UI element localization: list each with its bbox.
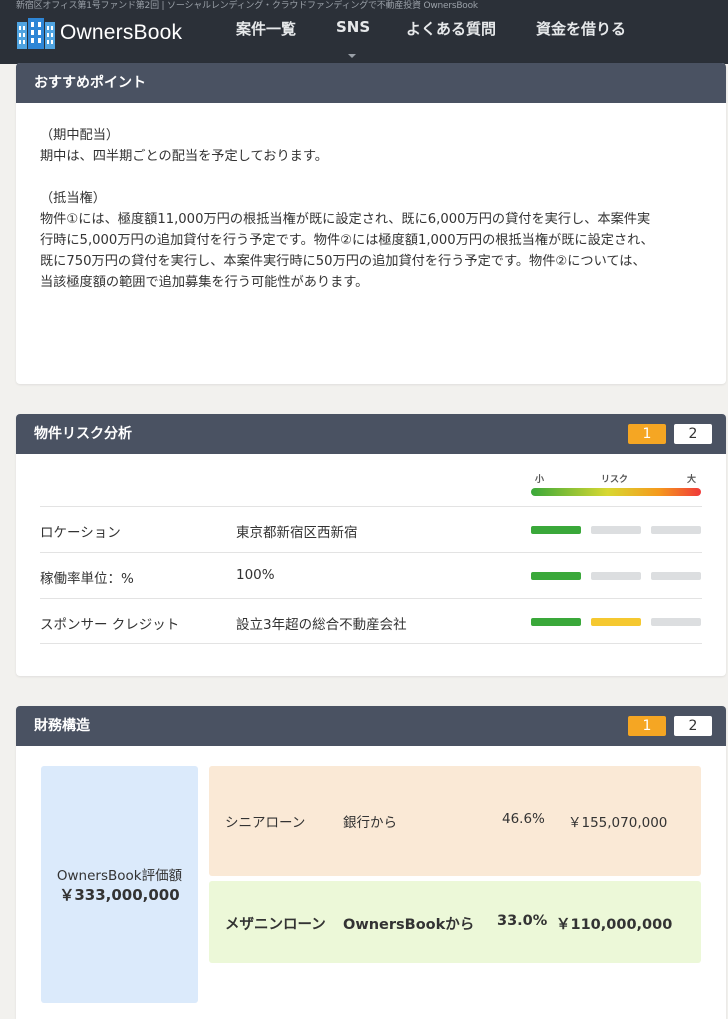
scale-mid-label: リスク xyxy=(601,475,629,485)
risk-row-label: ロケーション xyxy=(40,525,121,541)
risk-card: 物件リスク分析 1 2 小 リスク 大 ロケーション 東京都新宿区西新宿稼働率単位… xyxy=(16,414,726,676)
risk-level-segment xyxy=(591,618,641,626)
risk-level-segment xyxy=(651,526,701,534)
senior-pct: 46.6% xyxy=(502,811,545,827)
risk-title: 物件リスク分析 xyxy=(34,426,132,442)
finance-page-1[interactable]: 1 xyxy=(628,716,666,736)
chevron-down-icon xyxy=(348,54,356,58)
valuation-box: OwnersBook評価額 ￥333,000,000 xyxy=(41,766,198,1003)
mezzanine-loan-box: メザニンローン OwnersBookから 33.0% ￥110,000,000 xyxy=(209,881,701,963)
risk-row-value: 東京都新宿区西新宿 xyxy=(236,525,358,541)
risk-row-label: スポンサー クレジット xyxy=(40,617,180,633)
risk-level-segment xyxy=(651,618,701,626)
mortgage-paragraph: （抵当権） 物件①には、極度額11,000万円の根抵当権が既に設定され、既に6,… xyxy=(40,188,702,293)
scale-high-label: 大 xyxy=(687,475,697,485)
risk-level-indicator xyxy=(531,526,701,534)
mortgage-heading: （抵当権） xyxy=(40,191,106,206)
dividend-heading: （期中配当） xyxy=(40,128,120,143)
risk-level-segment xyxy=(591,572,641,580)
risk-level-segment xyxy=(531,572,581,580)
dividend-text: 期中は、四半期ごとの配当を予定しております。 xyxy=(40,149,328,164)
dividend-paragraph: （期中配当） 期中は、四半期ごとの配当を予定しております。 xyxy=(40,125,702,167)
risk-table: ロケーション 東京都新宿区西新宿稼働率単位：% 100% スポンサー クレジット 設立3… xyxy=(40,506,702,644)
risk-level-indicator xyxy=(531,618,701,626)
page-tagline: 新宿区オフィス第1号ファンド第2回 | ソーシャルレンディング・クラウドファンデ… xyxy=(16,1,478,11)
nav-projects[interactable]: 案件一覧 xyxy=(236,18,296,39)
senior-source: 銀行から xyxy=(343,815,397,831)
senior-loan-box: シニアローン 銀行から 46.6% ￥155,070,000 xyxy=(209,766,701,876)
mezzanine-source: OwnersBookから xyxy=(343,917,475,933)
mezzanine-pct: 33.0% xyxy=(497,913,548,929)
risk-row: スポンサー クレジット 設立3年超の総合不動産会社 xyxy=(40,598,702,644)
risk-pager: 1 2 xyxy=(628,424,712,444)
recommend-title: おすすめポイント xyxy=(16,63,726,103)
risk-level-segment xyxy=(531,618,581,626)
risk-page-2[interactable]: 2 xyxy=(674,424,712,444)
risk-row: ロケーション 東京都新宿区西新宿 xyxy=(40,506,702,552)
risk-level-segment xyxy=(531,526,581,534)
valuation-label: OwnersBook評価額 xyxy=(56,868,183,884)
mortgage-text-line: 既に750万円の貸付を実行し、本案件実行時に50万円の追加貸付を行う予定です。物… xyxy=(40,254,646,269)
risk-row: 稼働率単位：% 100% xyxy=(40,552,702,598)
risk-row-value: 100% xyxy=(236,567,275,583)
senior-name: シニアローン xyxy=(225,815,306,831)
building-logo-icon xyxy=(17,18,55,49)
logo[interactable]: OwnersBook xyxy=(16,15,182,51)
risk-level-indicator xyxy=(531,572,701,580)
mortgage-text-line: 当該極度額の範囲で追加募集を行う可能性があります。 xyxy=(40,275,369,290)
senior-amount: ￥155,070,000 xyxy=(568,815,668,831)
site-header: 新宿区オフィス第1号ファンド第2回 | ソーシャルレンディング・クラウドファンデ… xyxy=(0,0,728,64)
valuation-value: ￥333,000,000 xyxy=(59,886,180,904)
risk-header: 物件リスク分析 1 2 xyxy=(16,414,726,454)
logo-text: OwnersBook xyxy=(60,21,183,44)
risk-row-label: 稼働率単位：% xyxy=(40,571,134,587)
risk-level-segment xyxy=(651,572,701,580)
finance-title: 財務構造 xyxy=(34,718,90,734)
risk-page-1[interactable]: 1 xyxy=(628,424,666,444)
finance-page-2[interactable]: 2 xyxy=(674,716,712,736)
scale-low-label: 小 xyxy=(535,475,545,485)
risk-row-value: 設立3年超の総合不動産会社 xyxy=(236,617,407,633)
risk-level-segment xyxy=(591,526,641,534)
risk-scale: 小 リスク 大 xyxy=(531,472,701,502)
mezzanine-amount: ￥110,000,000 xyxy=(556,917,673,933)
risk-gradient-bar xyxy=(531,488,701,496)
recommend-card: おすすめポイント （期中配当） 期中は、四半期ごとの配当を予定しております。 （… xyxy=(16,63,726,384)
mezzanine-name: メザニンローン xyxy=(225,917,326,933)
nav-borrow[interactable]: 資金を借りる xyxy=(536,18,626,39)
mortgage-text-line: 行時に5,000万円の追加貸付を行う予定です。物件②には極度額1,000万円の根… xyxy=(40,233,654,248)
recommend-body: （期中配当） 期中は、四半期ごとの配当を予定しております。 （抵当権） 物件①に… xyxy=(16,103,726,336)
finance-pager: 1 2 xyxy=(628,716,712,736)
finance-header: 財務構造 1 2 xyxy=(16,706,726,746)
nav-sns[interactable]: SNS xyxy=(336,18,370,36)
mortgage-text-line: 物件①には、極度額11,000万円の根抵当権が既に設定され、既に6,000万円の… xyxy=(40,212,651,227)
nav-faq[interactable]: よくある質問 xyxy=(406,18,496,39)
finance-card: 財務構造 1 2 OwnersBook評価額 ￥333,000,000 シニアロ… xyxy=(16,706,726,1019)
